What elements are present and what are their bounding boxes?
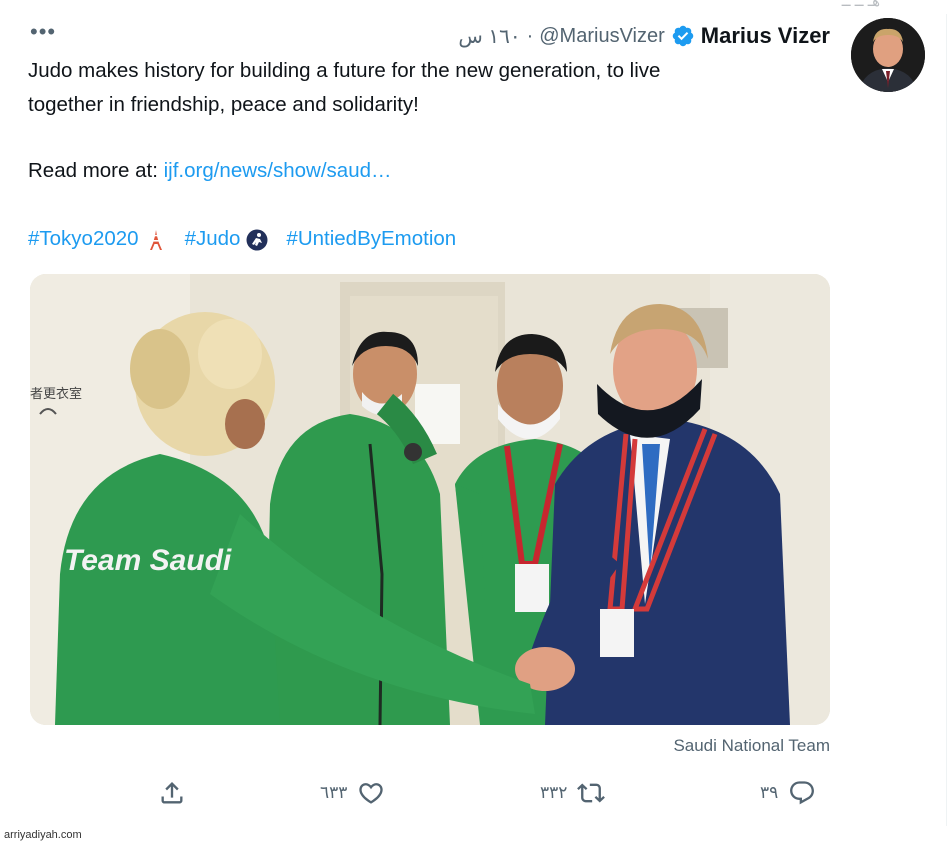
like-button[interactable]: ٦٣٣ [320, 778, 385, 808]
reply-icon [790, 781, 815, 805]
hashtag-row: #Tokyo2020 #Judo #UntiedByEmotion [28, 222, 456, 255]
previous-tweet-cutoff: هـ ــ ــ [841, 0, 880, 10]
jersey-text: Team Saudi [64, 544, 232, 577]
header-separator: · [526, 24, 534, 47]
footer-strip [0, 826, 950, 847]
avatar[interactable] [851, 18, 925, 92]
read-more-label: Read more at: [28, 159, 158, 182]
judo-emoji-icon [246, 228, 268, 250]
article-link[interactable]: ijf.org/news/show/saud… [164, 159, 392, 182]
tweet-photo[interactable]: 者更衣室 Team Saudi [30, 274, 830, 725]
verified-badge-icon [671, 24, 695, 48]
retweet-icon [577, 783, 606, 803]
wall-sign-text: 者更衣室 [30, 386, 82, 402]
tweet-header: ١٦٠ س · @MariusVizer Marius Vizer [458, 22, 830, 50]
user-handle[interactable]: @MariusVizer [539, 25, 665, 48]
photo-caption: Saudi National Team [673, 736, 830, 755]
share-icon [161, 782, 183, 804]
read-more: Read more at: ijf.org/news/show/saud… [28, 154, 392, 187]
more-options-icon[interactable]: ••• [30, 21, 56, 43]
reply-count: ٣٩ [760, 783, 779, 802]
like-count: ٦٣٣ [320, 783, 348, 802]
hashtag-judo[interactable]: #Judo [185, 222, 241, 255]
share-button[interactable] [158, 778, 186, 808]
tweet-text-line-1: Judo makes history for building a future… [28, 59, 661, 82]
source-watermark: arriyadiyah.com [4, 829, 82, 841]
hashtag-tokyo2020[interactable]: #Tokyo2020 [28, 222, 139, 255]
display-name[interactable]: Marius Vizer [701, 23, 830, 49]
tweet-timestamp[interactable]: ١٦٠ س [458, 24, 520, 49]
reply-button[interactable]: ٣٩ [760, 778, 816, 808]
tweet-text-line-2: together in friendship, peace and solida… [28, 93, 419, 116]
retweet-button[interactable]: ٣٣٢ [540, 778, 606, 808]
tokyo-tower-emoji-icon [145, 228, 167, 250]
retweet-count: ٣٣٢ [540, 783, 568, 802]
heart-icon [359, 783, 384, 804]
hashtag-untiedbyemotion[interactable]: #UntiedByEmotion [286, 222, 456, 255]
